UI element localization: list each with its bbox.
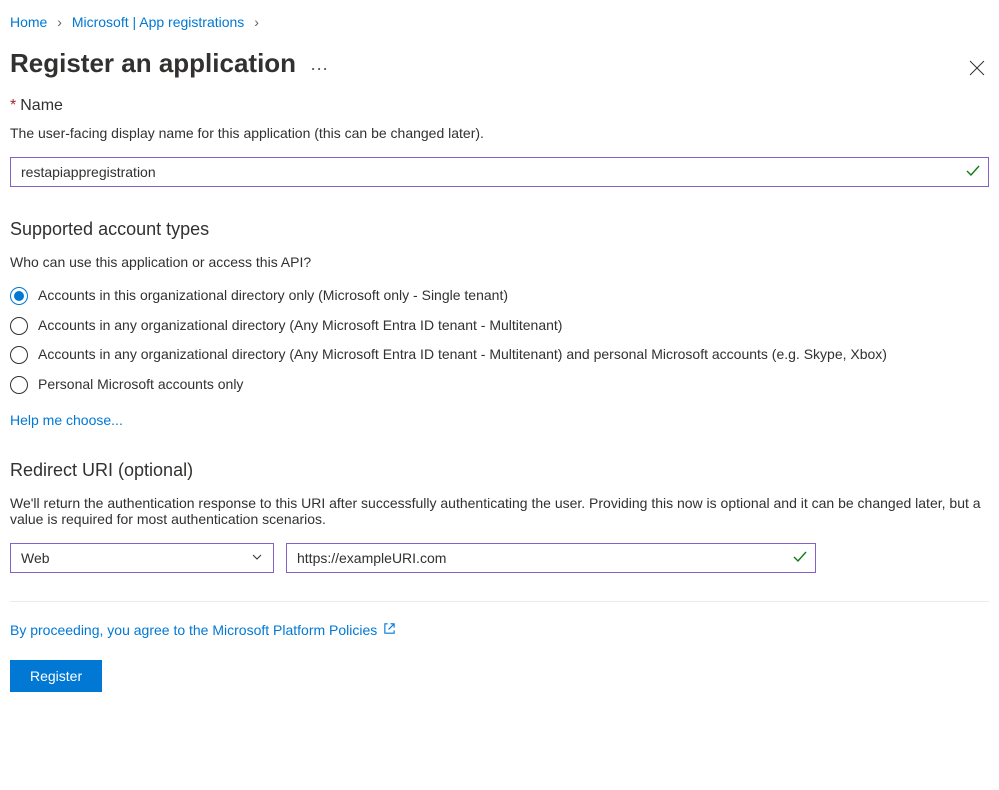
chevron-right-icon: › (57, 14, 62, 30)
divider (10, 601, 989, 602)
radio-personal-only[interactable]: Personal Microsoft accounts only (10, 375, 989, 395)
radio-multitenant-personal[interactable]: Accounts in any organizational directory… (10, 345, 989, 365)
radio-icon (10, 346, 28, 364)
external-link-icon (383, 622, 396, 638)
help-me-choose-link[interactable]: Help me choose... (10, 412, 123, 428)
radio-icon (10, 317, 28, 335)
breadcrumb-app-registrations[interactable]: Microsoft | App registrations (72, 14, 244, 30)
radio-label: Accounts in this organizational director… (38, 286, 989, 306)
platform-policies-link[interactable]: By proceeding, you agree to the Microsof… (10, 622, 377, 638)
radio-label: Accounts in any organizational directory… (38, 345, 989, 365)
radio-multitenant[interactable]: Accounts in any organizational directory… (10, 316, 989, 336)
page-title: Register an application (10, 48, 296, 79)
more-options-icon[interactable]: ⋯ (310, 59, 330, 80)
radio-icon (10, 287, 28, 305)
redirect-uri-input[interactable] (286, 543, 816, 573)
chevron-down-icon (251, 550, 263, 566)
name-help-text: The user-facing display name for this ap… (10, 125, 989, 141)
breadcrumb-home[interactable]: Home (10, 14, 47, 30)
radio-label: Personal Microsoft accounts only (38, 375, 989, 395)
platform-select-value: Web (21, 550, 50, 566)
account-types-radio-group: Accounts in this organizational director… (10, 286, 989, 394)
close-icon[interactable] (965, 56, 989, 84)
account-types-question: Who can use this application or access t… (10, 254, 989, 270)
radio-single-tenant[interactable]: Accounts in this organizational director… (10, 286, 989, 306)
platform-select[interactable]: Web (10, 543, 274, 573)
register-button[interactable]: Register (10, 660, 102, 692)
breadcrumb: Home › Microsoft | App registrations › (10, 10, 989, 42)
radio-label: Accounts in any organizational directory… (38, 316, 989, 336)
name-label: *Name (10, 97, 989, 115)
chevron-right-icon: › (254, 14, 259, 30)
name-input[interactable] (10, 157, 989, 187)
radio-icon (10, 376, 28, 394)
redirect-uri-help: We'll return the authentication response… (10, 495, 989, 527)
account-types-heading: Supported account types (10, 219, 989, 240)
redirect-uri-heading: Redirect URI (optional) (10, 460, 989, 481)
